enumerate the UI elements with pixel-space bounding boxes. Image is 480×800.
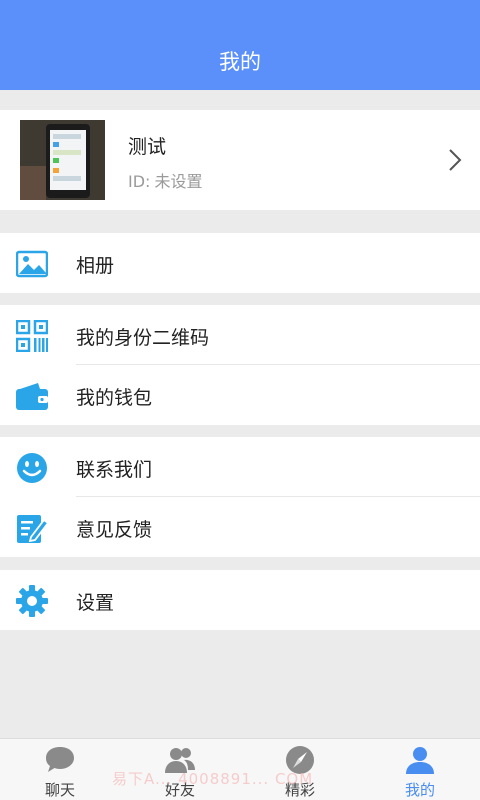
menu-group-settings: 设置 <box>0 570 480 630</box>
menu-group-album: 相册 <box>0 233 480 293</box>
gear-icon <box>16 585 48 617</box>
tab-me-label: 我的 <box>404 781 435 799</box>
menu-item-settings[interactable]: 设置 <box>0 570 480 630</box>
page-title: 我的 <box>219 50 261 74</box>
menu-item-wallet-label: 我的钱包 <box>76 387 153 409</box>
profile-name: 测试 <box>128 136 167 158</box>
menu-item-qrcode-label: 我的身份二维码 <box>76 327 210 349</box>
menu-item-album-label: 相册 <box>76 255 115 277</box>
watermark: 易下A... 4008891... COM <box>112 770 314 788</box>
image-icon <box>16 250 48 278</box>
menu-item-settings-label: 设置 <box>76 592 115 614</box>
person-icon <box>406 747 434 774</box>
tab-me[interactable]: 我的 <box>360 739 480 800</box>
chevron-right-icon <box>449 149 462 171</box>
menu-group-support: 联系我们 意见反馈 <box>0 437 480 557</box>
wallet-icon <box>16 383 48 410</box>
profile-id: ID: 未设置 <box>128 168 202 192</box>
menu-item-wallet[interactable]: 我的钱包 <box>0 365 480 425</box>
header-bar: 我的 <box>0 0 480 90</box>
menu-group-identity: 我的身份二维码 我的钱包 <box>0 305 480 425</box>
avatar[interactable] <box>20 120 105 200</box>
edit-note-icon <box>17 515 48 543</box>
profile-card[interactable]: 测试 ID: 未设置 <box>0 110 480 210</box>
tab-chat[interactable]: 聊天 <box>0 739 120 800</box>
tab-chat-label: 聊天 <box>44 781 75 799</box>
chat-bubble-icon <box>46 747 74 772</box>
menu-item-feedback-label: 意见反馈 <box>76 519 153 541</box>
menu-item-contact-label: 联系我们 <box>76 459 153 481</box>
profile-id-value: 未设置 <box>154 172 203 191</box>
smiley-icon <box>17 453 47 483</box>
qrcode-icon <box>16 320 48 352</box>
profile-id-label: ID: <box>128 172 151 191</box>
menu-item-qrcode[interactable]: 我的身份二维码 <box>0 305 480 365</box>
menu-item-contact[interactable]: 联系我们 <box>0 437 480 497</box>
menu-item-album[interactable]: 相册 <box>0 233 480 293</box>
menu-item-feedback[interactable]: 意见反馈 <box>0 497 480 557</box>
